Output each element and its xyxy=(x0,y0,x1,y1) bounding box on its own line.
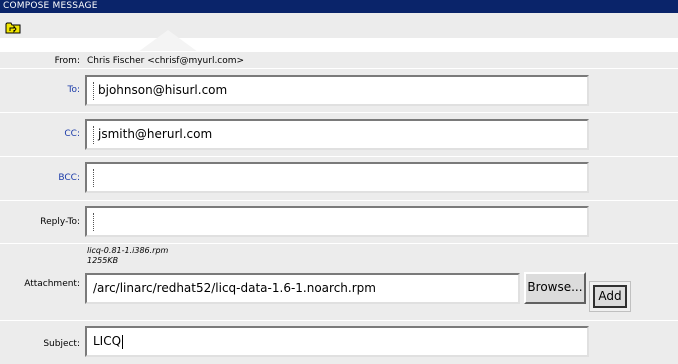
add-button[interactable]: Add xyxy=(593,285,627,308)
attached-file-name: licq-0.81-1.i386.rpm xyxy=(87,246,169,255)
to-label[interactable]: To: xyxy=(67,85,80,95)
folder-up-icon[interactable] xyxy=(5,19,21,34)
reply-to-row: Reply-To: xyxy=(0,200,678,244)
attachment-label: Attachment: xyxy=(24,279,80,289)
subject-value: LICQ xyxy=(93,334,122,348)
browse-button[interactable]: Browse... xyxy=(524,272,586,304)
to-row: To: bjohnson@hisurl.com xyxy=(0,68,678,113)
attachment-path-field[interactable]: /arc/linarc/redhat52/licq-data-1.6-1.noa… xyxy=(85,273,520,304)
text-caret-icon xyxy=(122,334,124,349)
cc-label[interactable]: CC: xyxy=(64,129,80,139)
attachment-row: licq-0.81-1.i386.rpm 1255KB Attachment: … xyxy=(0,243,678,321)
reply-to-field[interactable] xyxy=(85,206,589,237)
text-cursor-icon xyxy=(93,81,97,100)
subject-field[interactable]: LICQ xyxy=(85,326,589,357)
background-watermark xyxy=(138,30,198,52)
text-cursor-icon xyxy=(93,212,97,231)
attachment-path-value: /arc/linarc/redhat52/licq-data-1.6-1.noa… xyxy=(93,281,376,295)
bcc-field[interactable] xyxy=(85,162,589,193)
toolbar xyxy=(0,13,678,38)
to-value: bjohnson@hisurl.com xyxy=(98,83,228,97)
text-cursor-icon xyxy=(93,125,97,144)
cc-row: CC: jsmith@herurl.com xyxy=(0,112,678,157)
from-row: From: Chris Fischer <chrisf@myurl.com> xyxy=(0,51,678,69)
subject-label: Subject: xyxy=(43,339,80,349)
cc-value: jsmith@herurl.com xyxy=(98,127,213,141)
attached-file-size: 1255KB xyxy=(87,256,119,265)
add-button-frame: Add xyxy=(589,281,631,312)
from-label: From: xyxy=(54,56,80,66)
bcc-row: BCC: xyxy=(0,156,678,201)
from-value: Chris Fischer <chrisf@myurl.com> xyxy=(87,56,245,66)
compose-form: From: Chris Fischer <chrisf@myurl.com> T… xyxy=(0,51,678,364)
window-title: COMPOSE MESSAGE xyxy=(0,0,678,13)
reply-to-label: Reply-To: xyxy=(40,217,80,227)
subject-row: Subject: LICQ xyxy=(0,320,678,364)
to-field[interactable]: bjohnson@hisurl.com xyxy=(85,75,589,106)
cc-field[interactable]: jsmith@herurl.com xyxy=(85,119,589,150)
text-cursor-icon xyxy=(93,168,97,187)
bcc-label[interactable]: BCC: xyxy=(58,173,80,183)
